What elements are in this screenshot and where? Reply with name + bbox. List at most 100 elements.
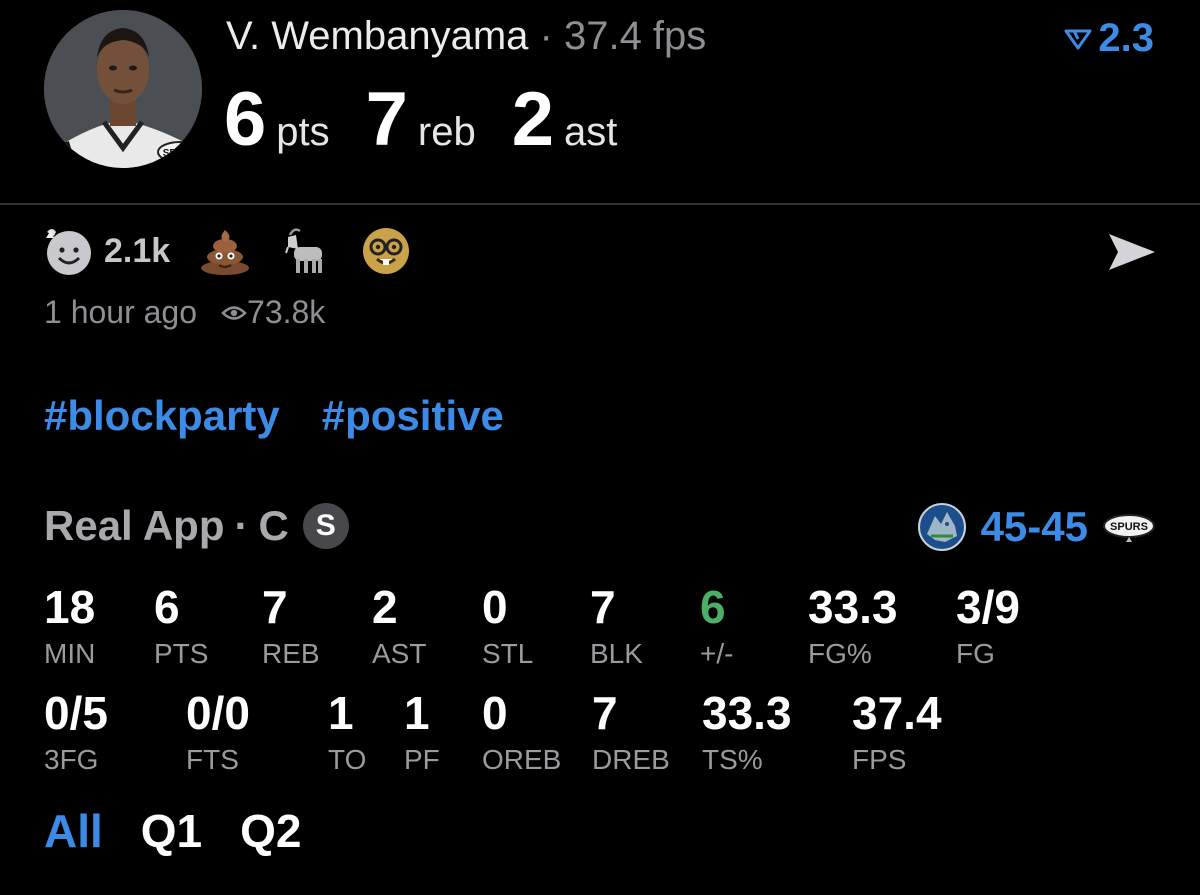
- stat-label: STL: [482, 638, 534, 669]
- downvote-arrow-icon: [1064, 29, 1092, 49]
- stat-fg: 3/9 FG: [956, 584, 1020, 668]
- stat-reb: 7 REB: [262, 584, 320, 668]
- stat-min: 18 MIN: [44, 584, 95, 668]
- reaction-poop[interactable]: [198, 226, 252, 276]
- stat-label: FPS: [852, 744, 907, 775]
- stat-value: 33.3: [808, 581, 898, 633]
- stat-label: TS%: [702, 744, 763, 775]
- stat-value: 6: [700, 581, 726, 633]
- stat-fps: 37.4 FPS: [852, 690, 942, 774]
- rebounds-value: 7: [365, 77, 408, 162]
- reaction-count: 2.1k: [104, 231, 171, 270]
- score-value: 45-45: [980, 503, 1088, 550]
- tab-q1[interactable]: Q1: [141, 804, 202, 858]
- stat-value: 0: [482, 687, 508, 739]
- stat-ts-pct: 33.3 TS%: [702, 690, 792, 774]
- stat-label: AST: [372, 638, 427, 669]
- view-count: 73.8k: [221, 294, 325, 331]
- reaction-bar: 2.1k: [42, 224, 440, 278]
- divider: [0, 203, 1200, 205]
- poop-icon: [201, 230, 250, 275]
- vote-indicator[interactable]: 2.3: [1064, 16, 1154, 61]
- spurs-logo-icon: SPURS: [1103, 514, 1155, 542]
- period-tabs: All Q1 Q2: [44, 804, 302, 858]
- headline-statline: 6 pts 7 reb 2 ast: [224, 76, 653, 163]
- stat-value: 37.4: [852, 687, 942, 739]
- stat-value: 6: [154, 581, 180, 633]
- stat-label: PF: [404, 744, 440, 775]
- stat-plus-minus: 6 +/-: [700, 584, 733, 668]
- stat-fg-pct: 33.3 FG%: [808, 584, 898, 668]
- stat-value: 33.3: [702, 687, 792, 739]
- stat-label: MIN: [44, 638, 96, 669]
- app-name: Real App: [44, 502, 225, 549]
- nerd-face-icon: [363, 228, 410, 274]
- stat-label: FTS: [186, 744, 239, 775]
- stat-ast: 2 AST: [372, 584, 426, 668]
- game-source: Real App · C S: [44, 502, 349, 550]
- stat-value: 3/9: [956, 581, 1020, 633]
- eye-icon: [221, 305, 247, 320]
- player-fps: 37.4 fps: [563, 14, 707, 58]
- stat-label: TO: [328, 744, 367, 775]
- assists-value: 2: [511, 77, 555, 162]
- stat-value: 0: [482, 581, 508, 633]
- rebounds-unit: reb: [417, 110, 476, 154]
- stat-stl: 0 STL: [482, 584, 533, 668]
- view-count-value: 73.8k: [247, 294, 326, 330]
- tab-all[interactable]: All: [44, 804, 103, 858]
- stat-value: 0/5: [44, 687, 108, 739]
- stat-value: 1: [404, 687, 430, 739]
- post-time: 1 hour ago: [44, 294, 198, 330]
- stat-label: +/-: [700, 638, 734, 669]
- goat-smiley-icon: [46, 229, 91, 275]
- timberwolves-logo-icon: [917, 503, 966, 551]
- stat-label: OREB: [482, 744, 562, 775]
- stat-label: FG: [956, 638, 995, 669]
- reaction-goat[interactable]: [280, 225, 332, 277]
- hashtag-blockparty[interactable]: #blockparty: [44, 392, 280, 440]
- separator-dot: ·: [234, 502, 249, 549]
- player-name[interactable]: V. Wembanyama: [226, 14, 528, 58]
- post-card: SPURS V. Wembanyama · 37.4 fps 2.3 6 pts…: [0, 0, 1200, 895]
- stat-label: REB: [262, 638, 320, 669]
- stat-value: 2: [372, 581, 398, 633]
- stat-value: 18: [44, 581, 96, 633]
- player-avatar[interactable]: SPURS: [44, 10, 202, 168]
- share-button[interactable]: [1106, 230, 1158, 279]
- vote-value: 2.3: [1098, 16, 1154, 60]
- stat-oreb: 0 OREB: [482, 690, 561, 774]
- goat-icon: [285, 228, 323, 273]
- hashtag-positive[interactable]: #positive: [322, 392, 504, 440]
- stat-3fg: 0/5 3FG: [44, 690, 108, 774]
- reaction-goat-smiley[interactable]: 2.1k: [42, 224, 170, 278]
- starter-badge: S: [302, 503, 349, 549]
- player-position: C: [258, 502, 289, 549]
- stat-value: 0/0: [186, 687, 250, 739]
- stat-label: DREB: [592, 744, 670, 775]
- stat-label: FG%: [808, 638, 872, 669]
- stat-label: 3FG: [44, 744, 99, 775]
- stat-value: 1: [328, 687, 354, 739]
- separator-dot: ·: [539, 14, 553, 58]
- stat-pf: 1 PF: [404, 690, 440, 774]
- stat-pts: 6 PTS: [154, 584, 208, 668]
- stat-value: 7: [590, 581, 616, 633]
- points-value: 6: [224, 77, 267, 162]
- tab-q2[interactable]: Q2: [240, 804, 301, 858]
- avatar-logo-text: SPURS: [163, 148, 198, 159]
- reaction-nerd[interactable]: [360, 225, 412, 277]
- player-photo-icon: SPURS: [44, 10, 202, 168]
- points-unit: pts: [276, 110, 330, 154]
- stat-blk: 7 BLK: [590, 584, 643, 668]
- stat-value: 7: [592, 687, 618, 739]
- game-score[interactable]: 45-45 SPURS: [917, 502, 1156, 552]
- stat-to: 1 TO: [328, 690, 366, 774]
- assists-unit: ast: [564, 110, 618, 154]
- stat-label: PTS: [154, 638, 209, 669]
- hashtags: #blockparty #positive: [44, 392, 504, 440]
- player-header: V. Wembanyama · 37.4 fps: [226, 14, 706, 59]
- post-meta: 1 hour ago 73.8k: [44, 294, 325, 331]
- stat-label: BLK: [590, 638, 643, 669]
- stat-value: 7: [262, 581, 288, 633]
